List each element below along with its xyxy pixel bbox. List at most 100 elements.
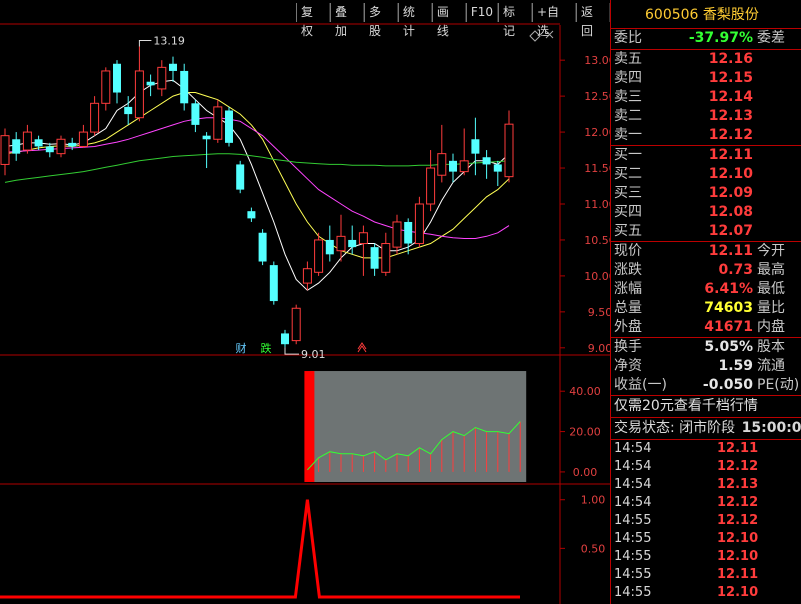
candle-body (358, 232, 368, 245)
tick-row: 14:54 12.11 (611, 440, 801, 458)
candle-body (269, 265, 278, 302)
ask-row-value: 12.12 (708, 127, 753, 143)
stat-row-label: 净资 (614, 358, 642, 374)
y-tick-label: 10.00 (584, 270, 610, 283)
bid-list: 买一 12.11 买二 12.10 买三 12.09 买四 12.08 买五 12.07 (611, 146, 801, 242)
toolbar-button[interactable]: 叠加 (329, 3, 364, 38)
candle-body (0, 135, 10, 165)
tick-time: 14:54 (614, 495, 652, 510)
candle-body (22, 131, 32, 151)
chart-area[interactable]: 9.00 9.50 10.00 10.50 11.00 11.50 12.00 12.50 13… (0, 0, 610, 604)
y-tick-label: 9.00 (588, 342, 610, 355)
candle-body (471, 139, 480, 154)
stat-row-label-right: 股本 (757, 339, 785, 355)
y-tick-label: 0.00 (573, 466, 598, 479)
stat-row-label-right: 量比 (757, 300, 785, 316)
tick-row: 14:54 12.13 (611, 476, 801, 494)
y-tick-label: 12.00 (584, 126, 610, 139)
candle-body (68, 142, 77, 147)
candle-body (236, 164, 245, 190)
stat-row-value: 74603 (704, 300, 753, 316)
promo-link[interactable]: 仅需20元查看千档行情 (611, 396, 801, 418)
bid-row-label: 买五 (614, 223, 642, 239)
ask-row: 卖二 12.13 (611, 107, 801, 126)
quote-panel: 600506 香梨股份 委比 -37.97% 委差 卖五 12.16 卖四 12.15… (610, 0, 801, 604)
toolbar-button[interactable]: F10 (465, 3, 499, 22)
candle-body (482, 157, 491, 165)
stats-block-2: 换手 5.05% 股本净资 1.59 流通 收益(一) -0.050 PE(动) (611, 338, 801, 396)
candle-body (124, 106, 133, 115)
tick-time: 14:54 (614, 459, 652, 474)
bid-row-value: 12.10 (708, 166, 753, 182)
toolbar-button[interactable]: 标记 (498, 3, 532, 38)
weibi-row: 委比 -37.97% 委差 (611, 29, 801, 50)
toolbar-button[interactable]: 画线 (431, 3, 466, 38)
ask-row-label: 卖二 (614, 108, 642, 124)
stat-row: 外盘 41671 内盘 (611, 318, 801, 337)
bid-row-label: 买三 (614, 185, 642, 201)
toolbar-button[interactable]: 返回 (575, 3, 610, 38)
ask-row-value: 12.14 (708, 89, 753, 105)
candle-body (90, 102, 100, 133)
stat-row: 涨跌 0.73 最高 (611, 261, 801, 280)
stat-row-label-right: 内盘 (757, 319, 785, 335)
candle-body (247, 211, 256, 219)
toolbar: 复权 叠加 多股 统计 画线 F10 标记 +自选 返回 (296, 3, 610, 38)
stat-row-value: 0.73 (718, 262, 753, 278)
kline-chart[interactable]: 9.00 9.50 10.00 10.50 11.00 11.50 12.00 12.50 13… (0, 0, 610, 604)
bid-row-value: 12.11 (708, 147, 753, 163)
y-tick-label: 40.00 (569, 385, 601, 398)
toolbar-button[interactable]: 统计 (397, 3, 432, 38)
y-tick-label: 11.00 (584, 198, 610, 211)
low-label: 9.01 (301, 348, 326, 361)
trade-status: 交易状态: 闭市阶段 15:00:0 (611, 418, 801, 440)
bid-row-label: 买一 (614, 147, 642, 163)
candle-body (12, 139, 21, 154)
stat-row-label: 外盘 (614, 319, 642, 335)
ask-row: 卖五 12.16 (611, 50, 801, 69)
stat-row-label: 总量 (614, 300, 642, 316)
bid-row-label: 买四 (614, 204, 642, 220)
stat-row-label: 换手 (614, 339, 642, 355)
toolbar-button[interactable]: 复权 (296, 3, 330, 38)
tick-time: 14:55 (614, 531, 652, 546)
stat-row: 净资 1.59 流通 (611, 357, 801, 376)
low-pointer (284, 347, 299, 355)
candle-body (348, 239, 357, 248)
stat-row-value: 12.11 (708, 243, 753, 259)
stat-row-value: 5.05% (704, 339, 753, 355)
tick-row: 14:55 12.10 (611, 584, 801, 602)
ask-row-label: 卖四 (614, 70, 642, 86)
ask-row-value: 12.16 (708, 51, 753, 67)
candle-body (213, 106, 223, 140)
bid-row: 买三 12.09 (611, 184, 801, 203)
candle-body (302, 268, 312, 284)
candle-body (157, 66, 167, 90)
candle-body (325, 239, 334, 255)
tick-row: 14:55 12.12 (611, 512, 801, 530)
tick-price: 12.10 (717, 549, 759, 564)
indicator-background (310, 371, 527, 482)
toolbar-button[interactable]: 多股 (363, 3, 398, 38)
high-label: 13.19 (153, 35, 185, 48)
stock-title: 600506 香梨股份 (611, 0, 801, 29)
stat-row: 收益(一) -0.050 PE(动) (611, 376, 801, 395)
tick-price: 12.11 (717, 567, 759, 582)
stat-row-label-right: 最低 (757, 281, 785, 297)
stat-row: 现价 12.11 今开 (611, 242, 801, 261)
candle-body (191, 103, 200, 125)
weicha-label: 委差 (757, 30, 785, 46)
toolbar-button[interactable]: +自选 (531, 3, 576, 38)
candle-body (281, 333, 289, 345)
candle-body (314, 239, 324, 273)
stat-row: 涨幅 6.41% 最低 (611, 280, 801, 299)
news-marker: 财 (236, 341, 247, 355)
candle-body (336, 235, 346, 252)
stat-row: 总量 74603 量比 (611, 299, 801, 318)
stat-row-value: 41671 (704, 319, 753, 335)
candle-body (45, 146, 54, 153)
ask-row-label: 卖五 (614, 51, 642, 67)
tick-row: 14:54 12.12 (611, 458, 801, 476)
high-pointer (138, 40, 152, 47)
candle-body (169, 63, 177, 71)
